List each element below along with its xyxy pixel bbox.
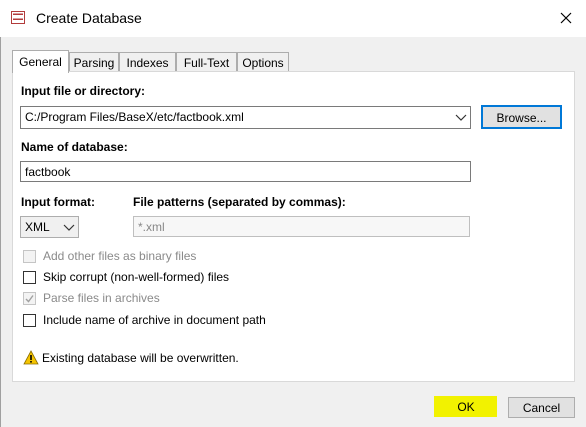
window-edge bbox=[0, 37, 1, 427]
cancel-button[interactable]: Cancel bbox=[508, 397, 575, 418]
tab-options[interactable]: Options bbox=[237, 52, 289, 71]
tab-full-text[interactable]: Full-Text bbox=[176, 52, 237, 71]
input-format-value: XML bbox=[25, 220, 50, 234]
ok-button[interactable]: OK bbox=[437, 397, 495, 417]
chevron-down-icon[interactable] bbox=[455, 113, 467, 123]
ok-button-label: OK bbox=[457, 400, 475, 414]
window-title: Create Database bbox=[36, 10, 142, 26]
checkbox-box[interactable] bbox=[23, 314, 36, 327]
input-path-combobox[interactable]: C:/Program Files/BaseX/etc/factbook.xml bbox=[20, 106, 471, 129]
checkbox-label: Skip corrupt (non-well-formed) files bbox=[43, 270, 230, 284]
checkbox-label: Add other files as binary files bbox=[43, 249, 197, 263]
patterns-label: File patterns (separated by commas): bbox=[133, 195, 346, 209]
chevron-down-icon[interactable] bbox=[63, 223, 75, 233]
file-patterns-field[interactable]: *.xml bbox=[133, 216, 470, 237]
checkbox-box[interactable] bbox=[23, 250, 36, 263]
status-message: Existing database will be overwritten. bbox=[42, 351, 239, 365]
checkbox-box[interactable] bbox=[23, 292, 36, 305]
close-icon[interactable] bbox=[554, 6, 578, 30]
cancel-button-label: Cancel bbox=[522, 401, 561, 415]
tab-indexes[interactable]: Indexes bbox=[119, 52, 176, 71]
browse-button-label: Browse... bbox=[496, 111, 547, 125]
title-bar: ▬▬ ▬▬ Create Database bbox=[0, 0, 586, 37]
checkbox-box[interactable] bbox=[23, 271, 36, 284]
checkmark-icon bbox=[25, 295, 34, 303]
input-path-value: C:/Program Files/BaseX/etc/factbook.xml bbox=[25, 110, 244, 124]
checkbox-label: Include name of archive in document path bbox=[43, 313, 266, 327]
checkbox-label: Parse files in archives bbox=[43, 291, 160, 305]
input-format-select[interactable]: XML bbox=[20, 216, 79, 238]
tab-parsing[interactable]: Parsing bbox=[69, 52, 119, 71]
format-label: Input format: bbox=[21, 195, 95, 209]
browse-button[interactable]: Browse... bbox=[481, 105, 562, 129]
name-label: Name of database: bbox=[21, 140, 128, 154]
database-name-field[interactable]: factbook bbox=[20, 161, 471, 182]
tab-general[interactable]: General bbox=[12, 50, 69, 73]
basex-app-icon: ▬▬ ▬▬ bbox=[11, 11, 25, 24]
warning-icon bbox=[23, 350, 39, 365]
input-label: Input file or directory: bbox=[21, 84, 146, 98]
